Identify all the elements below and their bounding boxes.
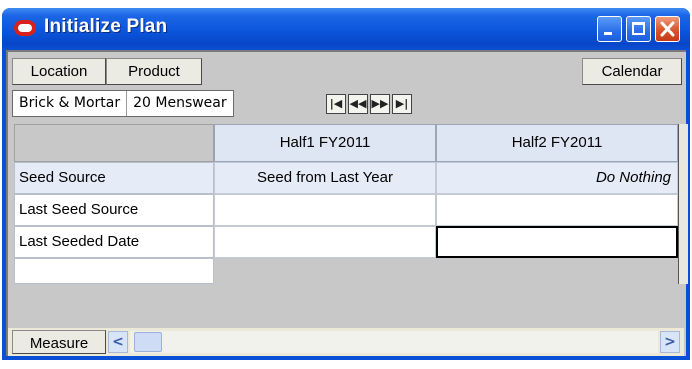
minimize-button[interactable] (597, 16, 622, 42)
last-seeded-date-half1-cell[interactable] (214, 226, 436, 258)
scroll-left-icon[interactable]: < (108, 331, 128, 353)
row-label-empty (14, 258, 214, 284)
close-button[interactable] (655, 16, 680, 42)
previous-page-icon[interactable]: ◀◀ (348, 94, 368, 114)
window-title: Initialize Plan (44, 16, 168, 37)
seed-source-half1-cell[interactable]: Seed from Last Year (214, 162, 436, 194)
maximize-icon (632, 22, 645, 35)
title-bar[interactable]: Initialize Plan (2, 8, 690, 50)
initialize-plan-window: Initialize Plan Location Product Calenda… (2, 8, 690, 360)
minimize-icon (604, 32, 612, 35)
product-value[interactable]: 20 Menswear (127, 91, 233, 116)
next-page-icon[interactable]: ▶▶ (370, 94, 390, 114)
last-seed-source-half2-cell[interactable] (436, 194, 678, 226)
seed-source-half2-cell[interactable]: Do Nothing (436, 162, 678, 194)
last-seed-source-half1-cell[interactable] (214, 194, 436, 226)
last-seeded-date-half2-cell[interactable] (436, 226, 678, 258)
client-area: Location Product Calendar Brick & Mortar… (6, 50, 688, 356)
column-header-half1[interactable]: Half1 FY2011 (214, 124, 436, 162)
calendar-button[interactable]: Calendar (582, 58, 682, 85)
measure-button[interactable]: Measure (12, 330, 106, 354)
horizontal-scroll-track[interactable] (130, 331, 658, 353)
row-label-last-seed-source: Last Seed Source (14, 194, 214, 226)
vertical-scrollbar[interactable] (678, 124, 688, 284)
product-button[interactable]: Product (106, 58, 202, 85)
last-page-icon[interactable]: ▶| (392, 94, 412, 114)
row-label-seed-source: Seed Source (14, 162, 214, 194)
location-value[interactable]: Brick & Mortar (13, 91, 128, 116)
bottom-bar: Measure < > (8, 328, 684, 356)
horizontal-scroll-thumb[interactable] (134, 332, 162, 352)
location-button[interactable]: Location (12, 58, 106, 85)
maximize-button[interactable] (626, 16, 651, 42)
grid-corner (14, 124, 214, 162)
selected-members: Brick & Mortar 20 Menswear (12, 90, 234, 117)
column-header-half2[interactable]: Half2 FY2011 (436, 124, 678, 162)
workspace: Location Product Calendar Brick & Mortar… (6, 50, 688, 356)
oracle-logo-icon (14, 20, 36, 36)
row-label-last-seeded-date: Last Seeded Date (14, 226, 214, 258)
grid-empty-area (214, 258, 678, 284)
close-icon (660, 21, 675, 37)
first-page-icon[interactable]: |◀ (326, 94, 346, 114)
scroll-right-icon[interactable]: > (660, 331, 680, 353)
